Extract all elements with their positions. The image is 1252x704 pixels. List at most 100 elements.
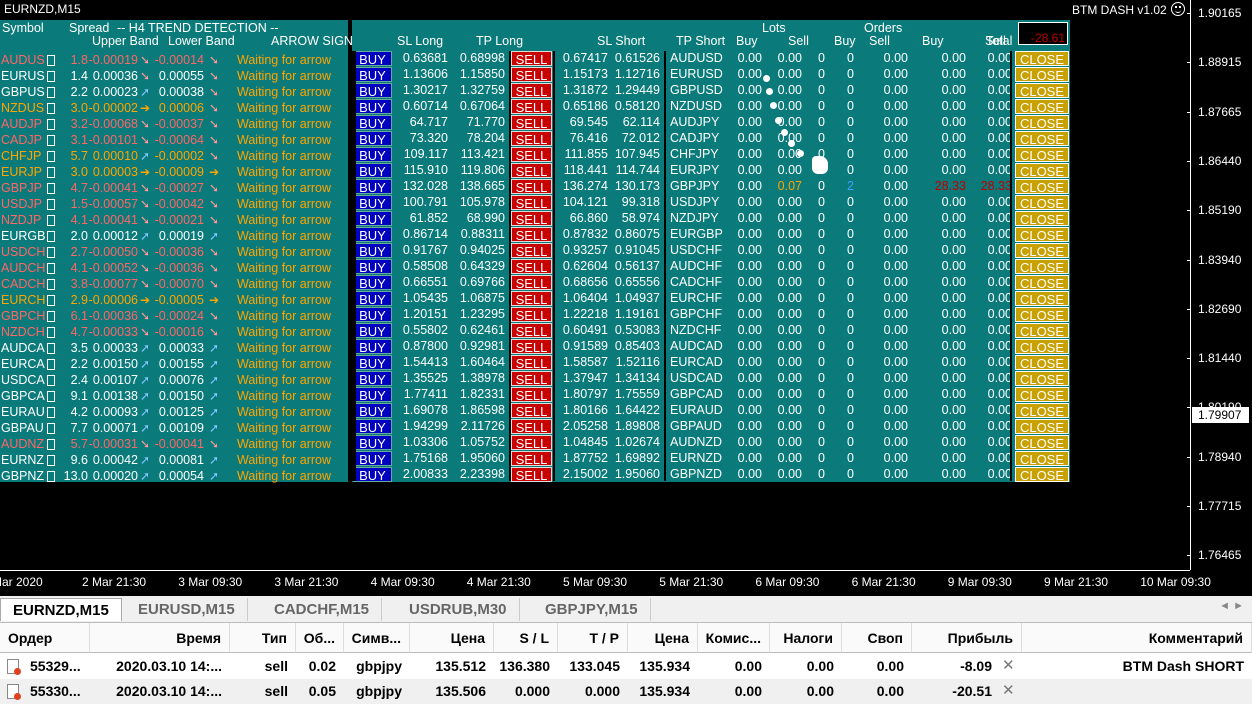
buy-button[interactable]: BUY [353, 115, 392, 131]
column-header[interactable]: Ордер [0, 623, 90, 653]
tab-scroll-arrows-icon[interactable]: ◄ ► [1219, 600, 1244, 612]
close-button[interactable]: CLOSE [1015, 243, 1069, 259]
sell-button[interactable]: SELL [511, 163, 552, 179]
column-header[interactable]: Комис... [698, 623, 770, 653]
symbol-checkbox[interactable] [47, 55, 55, 66]
symbol-checkbox[interactable] [47, 151, 55, 162]
buy-button[interactable]: BUY [353, 211, 392, 227]
buy-button[interactable]: BUY [353, 435, 392, 451]
close-button[interactable]: CLOSE [1015, 291, 1069, 307]
symbol-checkbox[interactable] [47, 71, 55, 82]
close-button[interactable]: CLOSE [1015, 259, 1069, 275]
sell-button[interactable]: SELL [511, 131, 552, 147]
sell-button[interactable]: SELL [511, 387, 552, 403]
buy-button[interactable]: BUY [353, 467, 392, 483]
close-button[interactable]: CLOSE [1015, 371, 1069, 387]
tab-chart[interactable]: EURNZD,M15 [0, 598, 122, 621]
close-button[interactable]: CLOSE [1015, 115, 1069, 131]
buy-button[interactable]: BUY [353, 387, 392, 403]
symbol-checkbox[interactable] [47, 327, 55, 338]
order-row[interactable]: 55329... 2020.03.10 14:... sell 0.02 gbpjpy 1… [0, 654, 1252, 679]
sell-button[interactable]: SELL [511, 467, 552, 483]
sell-button[interactable]: SELL [511, 227, 552, 243]
sell-button[interactable]: SELL [511, 179, 552, 195]
symbol-checkbox[interactable] [47, 215, 55, 226]
buy-button[interactable]: BUY [353, 355, 392, 371]
buy-button[interactable]: BUY [353, 323, 392, 339]
buy-button[interactable]: BUY [353, 83, 392, 99]
symbol-checkbox[interactable] [47, 471, 55, 482]
buy-button[interactable]: BUY [353, 259, 392, 275]
column-header[interactable]: Симв... [344, 623, 410, 653]
sell-button[interactable]: SELL [511, 243, 552, 259]
column-header[interactable]: Цена [410, 623, 494, 653]
close-button[interactable]: CLOSE [1015, 67, 1069, 83]
sell-button[interactable]: SELL [511, 147, 552, 163]
close-button[interactable]: CLOSE [1015, 131, 1069, 147]
close-button[interactable]: CLOSE [1015, 323, 1069, 339]
sell-button[interactable]: SELL [511, 67, 552, 83]
sell-button[interactable]: SELL [511, 211, 552, 227]
close-button[interactable]: CLOSE [1015, 83, 1069, 99]
buy-button[interactable]: BUY [353, 67, 392, 83]
sell-button[interactable]: SELL [511, 435, 552, 451]
symbol-checkbox[interactable] [47, 199, 55, 210]
order-row[interactable]: 55330... 2020.03.10 14:... sell 0.05 gbpjpy 1… [0, 679, 1252, 704]
chart-area[interactable]: EURNZD,M15 BTM DASH v1.02 1.90165 1.88915… [0, 0, 1252, 596]
buy-button[interactable]: BUY [353, 99, 392, 115]
sell-button[interactable]: SELL [511, 291, 552, 307]
close-button[interactable]: CLOSE [1015, 51, 1069, 67]
sell-button[interactable]: SELL [511, 323, 552, 339]
close-button[interactable]: CLOSE [1015, 339, 1069, 355]
close-button[interactable]: CLOSE [1015, 147, 1069, 163]
symbol-checkbox[interactable] [47, 247, 55, 258]
buy-button[interactable]: BUY [353, 307, 392, 323]
sell-button[interactable]: SELL [511, 259, 552, 275]
sell-button[interactable]: SELL [511, 115, 552, 131]
close-button[interactable]: CLOSE [1015, 195, 1069, 211]
sell-button[interactable]: SELL [511, 275, 552, 291]
symbol-checkbox[interactable] [47, 391, 55, 402]
buy-button[interactable]: BUY [353, 227, 392, 243]
column-header[interactable]: Налоги [770, 623, 842, 653]
close-button[interactable]: CLOSE [1015, 211, 1069, 227]
symbol-checkbox[interactable] [47, 167, 55, 178]
column-header[interactable]: Тип [230, 623, 296, 653]
sell-button[interactable]: SELL [511, 403, 552, 419]
close-button[interactable]: CLOSE [1015, 179, 1069, 195]
symbol-checkbox[interactable] [47, 119, 55, 130]
close-button[interactable]: CLOSE [1015, 355, 1069, 371]
buy-button[interactable]: BUY [353, 419, 392, 435]
sell-button[interactable]: SELL [511, 355, 552, 371]
column-header[interactable]: S / L [494, 623, 558, 653]
buy-button[interactable]: BUY [353, 179, 392, 195]
symbol-checkbox[interactable] [47, 359, 55, 370]
sell-button[interactable]: SELL [511, 451, 552, 467]
sell-button[interactable]: SELL [511, 83, 552, 99]
buy-button[interactable]: BUY [353, 291, 392, 307]
close-order-icon[interactable]: ✕ [1002, 683, 1015, 698]
symbol-checkbox[interactable] [47, 311, 55, 322]
symbol-checkbox[interactable] [47, 279, 55, 290]
buy-button[interactable]: BUY [353, 51, 392, 67]
close-order-icon[interactable]: ✕ [1002, 658, 1015, 673]
close-button[interactable]: CLOSE [1015, 99, 1069, 115]
column-header[interactable]: Цена [628, 623, 698, 653]
sell-button[interactable]: SELL [511, 419, 552, 435]
buy-button[interactable]: BUY [353, 131, 392, 147]
column-header[interactable]: Время [90, 623, 230, 653]
buy-button[interactable]: BUY [353, 163, 392, 179]
close-button[interactable]: CLOSE [1015, 419, 1069, 435]
symbol-checkbox[interactable] [47, 263, 55, 274]
column-header[interactable]: Своп [842, 623, 912, 653]
symbol-checkbox[interactable] [47, 455, 55, 466]
symbol-checkbox[interactable] [47, 375, 55, 386]
close-button[interactable]: CLOSE [1015, 387, 1069, 403]
sell-button[interactable]: SELL [511, 51, 552, 67]
close-button[interactable]: CLOSE [1015, 227, 1069, 243]
symbol-checkbox[interactable] [47, 183, 55, 194]
close-button[interactable]: CLOSE [1015, 467, 1069, 483]
symbol-checkbox[interactable] [47, 87, 55, 98]
sell-button[interactable]: SELL [511, 339, 552, 355]
tab-chart[interactable]: CADCHF,M15 [262, 598, 383, 621]
